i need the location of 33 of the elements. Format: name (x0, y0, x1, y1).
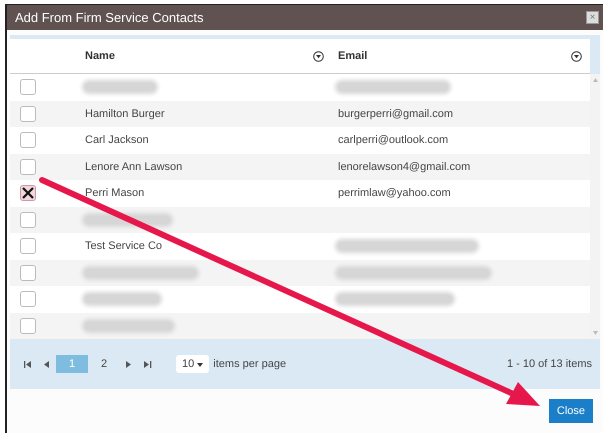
scrollbar[interactable] (590, 74, 600, 339)
window-title: Add From Firm Service Contacts (15, 10, 204, 25)
table-cell: burgerperri@gmail.com (338, 108, 454, 120)
table-cell: Carl Jackson (85, 134, 149, 146)
table-cell: Perri Mason (85, 187, 144, 200)
checkbox[interactable] (20, 212, 36, 228)
checkbox[interactable] (20, 106, 36, 122)
items-summary: 1 - 10 of 13 items (507, 358, 592, 370)
checkbox[interactable] (20, 79, 36, 96)
filter-icon[interactable] (571, 50, 582, 62)
checkbox[interactable] (20, 158, 36, 175)
page-size-dropdown[interactable]: 10 (176, 355, 210, 373)
caret-icon[interactable] (197, 363, 204, 367)
scroll-down-icon[interactable] (592, 331, 598, 335)
table-cell: Lenore Ann Lawson (85, 160, 182, 173)
page-button[interactable]: 2 (88, 355, 120, 373)
checkbox[interactable] (20, 132, 36, 148)
close-button[interactable]: Close (548, 399, 593, 423)
table-cell: lenorelawson4@gmail.com (338, 160, 470, 173)
table-cell: Test Service Co (85, 240, 162, 252)
checkbox[interactable] (20, 264, 36, 281)
column-header[interactable]: Name (85, 50, 115, 62)
checkbox[interactable] (20, 238, 36, 254)
scroll-up-icon[interactable] (592, 78, 598, 82)
column-header[interactable]: Email (338, 50, 368, 62)
checkbox[interactable] (20, 318, 36, 334)
table-cell: carlperri@outlook.com (338, 134, 448, 146)
checkbox[interactable] (20, 291, 36, 308)
page-size-label: items per page (213, 358, 286, 370)
table-cell: perrimlaw@yahoo.com (338, 187, 451, 200)
table-cell: Hamilton Burger (85, 108, 164, 120)
checkbox[interactable] (20, 185, 36, 202)
filter-icon[interactable] (313, 50, 324, 62)
